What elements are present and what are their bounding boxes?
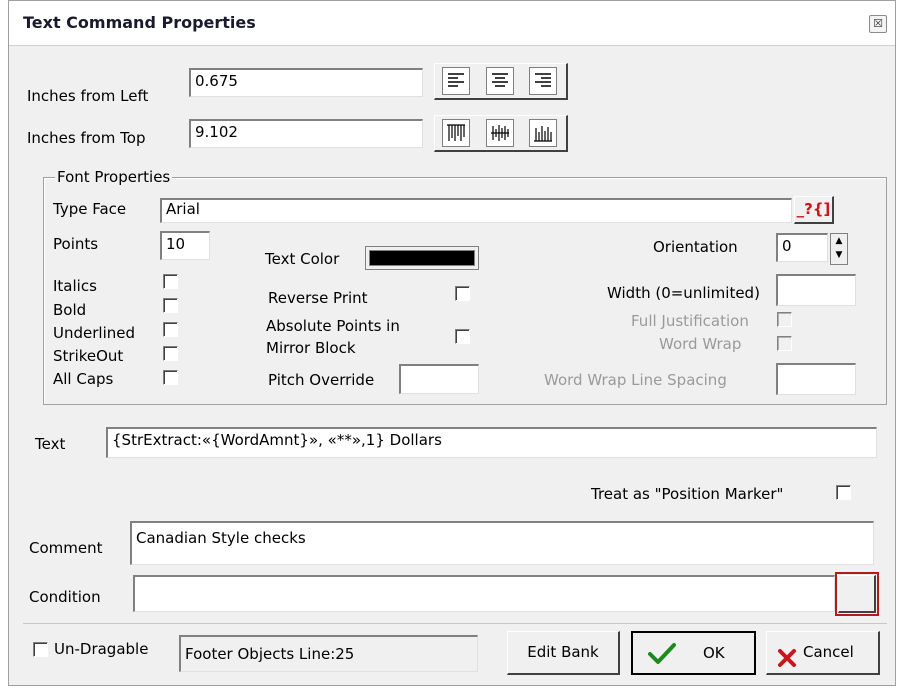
absolute-points-label-2: Mirror Block <box>266 339 356 357</box>
word-wrap-spacing-input[interactable] <box>776 363 856 395</box>
align-left-icon[interactable] <box>442 67 470 95</box>
comment-label: Comment <box>29 539 103 557</box>
valign-bottom-icon[interactable] <box>529 119 557 147</box>
text-command-properties-dialog: Text Command Properties ☒ Inches from Le… <box>8 0 896 686</box>
orientation-input[interactable]: 0 <box>776 233 828 262</box>
reverse-print-checkbox[interactable] <box>455 286 470 301</box>
pitch-override-input[interactable] <box>399 364 479 394</box>
condition-label: Condition <box>29 588 101 606</box>
title-bar: Text Command Properties ☒ <box>9 1 895 46</box>
inches-from-left-label: Inches from Left <box>27 87 149 105</box>
align-center-icon[interactable] <box>486 67 514 95</box>
word-wrap-spacing-label: Word Wrap Line Spacing <box>544 371 727 389</box>
type-face-label: Type Face <box>53 200 127 218</box>
strikeout-checkbox[interactable] <box>163 346 178 361</box>
width-label: Width (0=unlimited) <box>607 284 760 302</box>
underlined-checkbox[interactable] <box>163 322 178 337</box>
strikeout-label: StrikeOut <box>53 347 124 365</box>
reverse-print-label: Reverse Print <box>268 289 368 307</box>
field-help-icon: _?{] <box>796 200 831 218</box>
points-input[interactable]: 10 <box>160 231 210 260</box>
comment-input[interactable]: Canadian Style checks <box>130 521 874 565</box>
all-caps-checkbox[interactable] <box>163 370 178 385</box>
orientation-label: Orientation <box>653 238 738 256</box>
italics-label: Italics <box>53 277 97 295</box>
ok-label: OK <box>703 644 725 662</box>
pitch-override-label: Pitch Override <box>268 371 375 389</box>
width-input[interactable] <box>776 274 856 306</box>
valign-middle-icon[interactable] <box>486 119 514 147</box>
word-wrap-checkbox[interactable] <box>777 336 792 351</box>
bold-label: Bold <box>53 301 87 319</box>
inches-from-top-label: Inches from Top <box>27 129 146 147</box>
checkmark-icon <box>647 641 677 682</box>
text-color-swatch[interactable] <box>365 246 479 270</box>
vertical-alignment-group <box>434 115 568 152</box>
cancel-x-icon <box>777 643 797 683</box>
underlined-label: Underlined <box>53 324 135 342</box>
valign-top-icon[interactable] <box>442 119 470 147</box>
absolute-points-checkbox[interactable] <box>455 329 470 344</box>
word-wrap-label: Word Wrap <box>659 335 742 353</box>
align-right-icon[interactable] <box>529 67 557 95</box>
points-label: Points <box>53 235 99 253</box>
undragable-label: Un-Dragable <box>54 640 149 658</box>
position-marker-checkbox[interactable] <box>836 485 851 500</box>
inches-from-top-input[interactable]: 9.102 <box>189 119 423 148</box>
full-justification-checkbox[interactable] <box>777 312 792 327</box>
full-justification-label: Full Justification <box>631 312 749 330</box>
all-caps-label: All Caps <box>53 370 114 388</box>
close-button[interactable]: ☒ <box>869 15 887 33</box>
cancel-button[interactable]: Cancel <box>766 631 880 675</box>
inches-from-left-input[interactable]: 0.675 <box>189 68 423 97</box>
font-properties-label: Font Properties <box>55 168 173 186</box>
spin-down-icon[interactable]: ▼ <box>831 248 847 262</box>
horizontal-alignment-group <box>434 63 568 100</box>
condition-input[interactable] <box>133 575 835 612</box>
cancel-label: Cancel <box>803 643 854 661</box>
status-field: Footer Objects Line:25 <box>179 635 478 672</box>
type-face-input[interactable]: Arial <box>160 198 792 223</box>
absolute-points-label-1: Absolute Points in <box>266 317 400 335</box>
ok-button[interactable]: OK <box>631 631 756 675</box>
field-help-button[interactable]: _?{] <box>794 196 834 224</box>
bold-checkbox[interactable] <box>163 298 178 313</box>
text-color-label: Text Color <box>265 250 340 268</box>
text-input[interactable]: {StrExtract:«{WordAmnt}», «**»,1} Dollar… <box>106 427 877 458</box>
window-title: Text Command Properties <box>23 13 256 32</box>
italics-checkbox[interactable] <box>163 274 178 289</box>
edit-bank-button[interactable]: Edit Bank <box>507 631 620 675</box>
position-marker-label: Treat as "Position Marker" <box>591 485 784 503</box>
text-label: Text <box>35 435 66 453</box>
bottom-separator <box>23 623 887 624</box>
spin-up-icon[interactable]: ▲ <box>831 234 847 248</box>
undragable-checkbox[interactable] <box>33 642 48 657</box>
orientation-spinner[interactable]: ▲ ▼ <box>830 233 848 265</box>
highlight-rectangle <box>835 572 879 616</box>
